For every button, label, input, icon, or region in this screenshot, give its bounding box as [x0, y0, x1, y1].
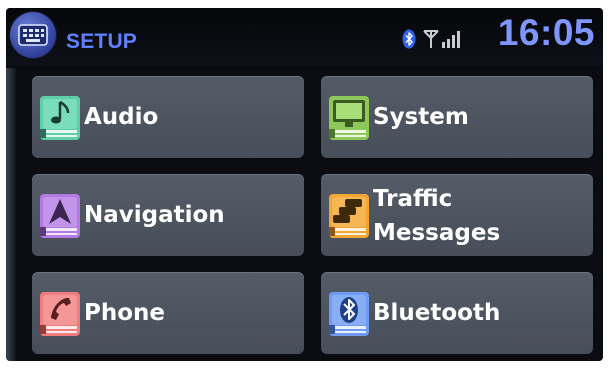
- traffic-messages-label: Traffic Messages: [373, 182, 573, 250]
- traffic-messages-label-line1: Traffic: [373, 186, 453, 212]
- navigation-label: Navigation: [84, 202, 225, 228]
- phone-label: Phone: [84, 300, 166, 326]
- traffic-messages-button[interactable]: Traffic Messages: [321, 174, 593, 256]
- bluetooth-icon: [402, 29, 416, 49]
- system-button[interactable]: System: [321, 76, 593, 158]
- setup-screen: SETUP 16:05 Audio System Navigation Traf…: [6, 8, 603, 361]
- traffic-messages-label-line2: Messages: [373, 220, 501, 246]
- bluetooth-icon: [329, 292, 369, 336]
- signal-strength-icon: [423, 30, 460, 48]
- status-indicators: [402, 28, 466, 50]
- bluetooth-label: Bluetooth: [373, 300, 501, 326]
- phone-button[interactable]: Phone: [32, 272, 304, 354]
- navigation-button[interactable]: Navigation: [32, 174, 304, 256]
- bluetooth-button[interactable]: Bluetooth: [321, 272, 593, 354]
- navigation-arrow-icon: [40, 194, 80, 238]
- page-title: SETUP: [66, 30, 138, 53]
- left-edge-bezel: [6, 68, 16, 361]
- monitor-icon: [329, 96, 369, 140]
- audio-button[interactable]: Audio: [32, 76, 304, 158]
- setup-menu-button[interactable]: [10, 12, 56, 58]
- music-note-icon: [40, 96, 80, 140]
- system-label: System: [373, 104, 469, 130]
- phone-handset-icon: [40, 292, 80, 336]
- clock: 16:05: [497, 12, 595, 53]
- header-bar: SETUP 16:05: [6, 8, 603, 66]
- keyboard-icon: [18, 24, 48, 46]
- audio-label: Audio: [84, 104, 159, 130]
- traffic-jam-icon: [329, 194, 369, 238]
